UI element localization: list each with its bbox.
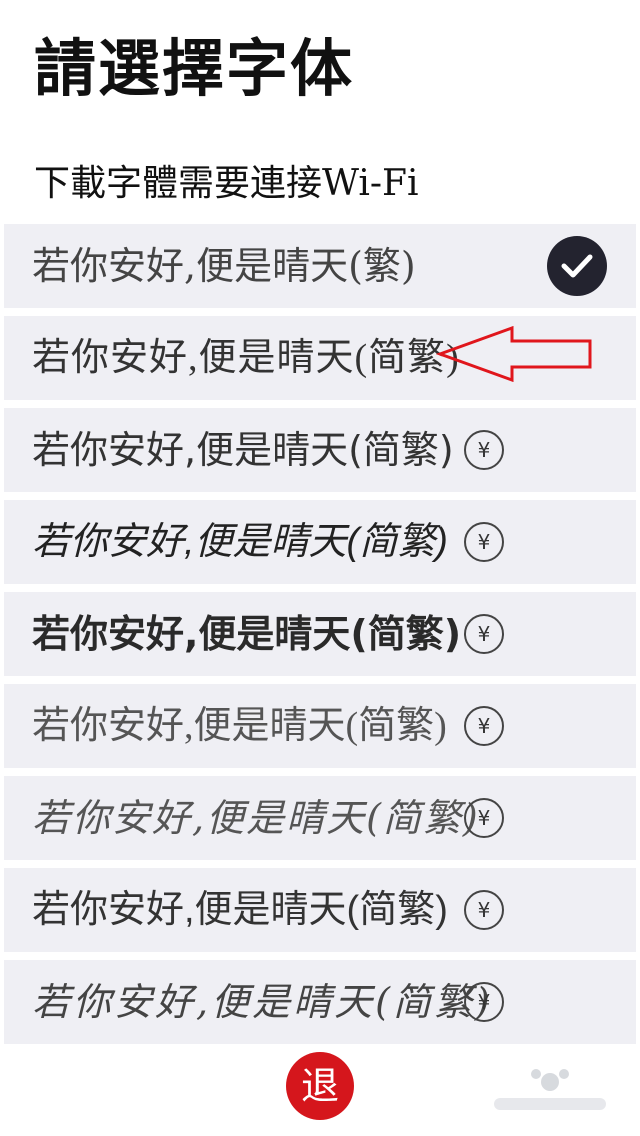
font-sample-text: 若你安好,便是晴天(简繁) — [32, 980, 493, 1024]
yen-icon[interactable]: ¥ — [464, 798, 504, 838]
font-option-row[interactable]: 若你安好,便是晴天(繁) — [4, 224, 636, 308]
yen-icon[interactable]: ¥ — [464, 430, 504, 470]
font-sample-text: 若你安好,便是晴天(简繁) — [32, 521, 448, 563]
font-option-row[interactable]: 若你安好,便是晴天(简繁) ¥ — [4, 592, 636, 676]
yen-icon[interactable]: ¥ — [464, 706, 504, 746]
font-sample-text: 若你安好,便是晴天(简繁) — [32, 889, 448, 931]
yen-icon[interactable]: ¥ — [464, 614, 504, 654]
watermark-logo-icon — [494, 1069, 606, 1110]
font-option-row[interactable]: 若你安好,便是晴天(简繁) ¥ — [4, 500, 636, 584]
font-sample-text: 若你安好,便是晴天(简繁) — [32, 612, 462, 656]
yen-icon[interactable]: ¥ — [464, 890, 504, 930]
exit-button[interactable]: 退 — [286, 1052, 354, 1120]
yen-icon[interactable]: ¥ — [464, 982, 504, 1022]
wifi-notice: 下載字體需要連接Wi-Fi — [34, 163, 419, 204]
font-option-row[interactable]: 若你安好,便是晴天(简繁) ¥ — [4, 776, 636, 860]
font-sample-text: 若你安好,便是晴天(简繁) — [32, 337, 460, 379]
annotation-arrow-icon — [436, 326, 592, 382]
page-title: 請選擇字体 — [34, 32, 355, 105]
check-icon — [547, 236, 607, 296]
font-option-row[interactable]: 若你安好,便是晴天(简繁) ¥ — [4, 684, 636, 768]
font-sample-text: 若你安好,便是晴天(简繁) — [32, 705, 447, 747]
font-option-row[interactable]: 若你安好,便是晴天(简繁) ¥ — [4, 868, 636, 952]
font-option-row[interactable]: 若你安好,便是晴天(简繁) ¥ — [4, 960, 636, 1044]
yen-icon[interactable]: ¥ — [464, 522, 504, 562]
font-sample-text: 若你安好,便是晴天(简繁) — [32, 428, 454, 472]
font-option-row[interactable]: 若你安好,便是晴天(简繁) ¥ — [4, 408, 636, 492]
font-sample-text: 若你安好,便是晴天(繁) — [32, 244, 416, 288]
check-icon-glyph — [561, 254, 593, 278]
font-sample-text: 若你安好,便是晴天(简繁) — [32, 796, 480, 840]
